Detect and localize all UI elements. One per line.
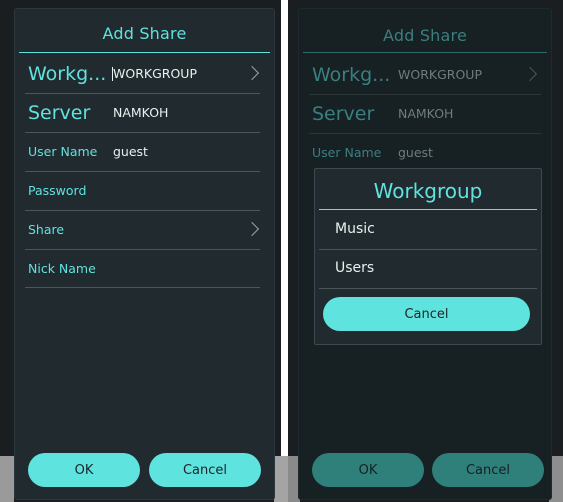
ok-button[interactable]: OK (28, 453, 140, 487)
chevron-right-icon[interactable] (244, 65, 260, 81)
cancel-button[interactable]: Cancel (149, 453, 261, 487)
workgroup-label: Workg... (28, 62, 107, 85)
screenshot-stage: Add Share Workg... WORKGROUP Server NAMK… (0, 0, 563, 502)
title-divider (19, 52, 270, 53)
workgroup-value[interactable]: WORKGROUP (398, 67, 482, 82)
server-label: Server (312, 102, 375, 125)
nickname-row[interactable]: Nick Name (28, 249, 264, 288)
workgroup-dialog: Workgroup Music Users Cancel (314, 168, 542, 345)
row-divider (25, 287, 260, 288)
share-row[interactable]: Share (28, 210, 264, 249)
option-music[interactable]: Music (335, 221, 375, 237)
username-value[interactable]: guest (113, 144, 148, 159)
dialog-title-divider (319, 209, 537, 210)
workgroup-value[interactable]: WORKGROUP (113, 66, 197, 81)
option-divider (319, 249, 537, 250)
option-users[interactable]: Users (335, 260, 374, 276)
add-share-panel: Add Share Workg... WORKGROUP Server NAMK… (14, 8, 275, 500)
server-row[interactable]: Server NAMKOH (28, 93, 264, 132)
username-value[interactable]: guest (398, 145, 433, 160)
cancel-button[interactable]: Cancel (432, 453, 544, 487)
nickname-label: Nick Name (28, 261, 96, 276)
dialog-title: Workgroup (373, 179, 483, 203)
chevron-right-icon[interactable] (244, 221, 260, 237)
server-label: Server (28, 101, 91, 124)
password-row[interactable]: Password (28, 171, 264, 210)
server-row[interactable]: Server NAMKOH (312, 94, 541, 133)
chevron-right-icon[interactable] (522, 66, 538, 82)
server-value[interactable]: NAMKOH (398, 106, 453, 121)
panel-title: Add Share (102, 24, 187, 43)
username-label: User Name (28, 144, 98, 159)
middle-edge-strip (274, 456, 288, 502)
username-row[interactable]: User Name guest (28, 132, 264, 171)
workgroup-row[interactable]: Workg... WORKGROUP (312, 55, 541, 94)
username-row[interactable]: User Name guest (312, 133, 541, 172)
left-edge-strip (0, 456, 14, 502)
workgroup-label: Workg... (312, 63, 391, 86)
share-label: Share (28, 222, 65, 237)
ok-button[interactable]: OK (312, 453, 424, 487)
title-divider (303, 52, 547, 53)
username-label: User Name (312, 145, 382, 160)
option-divider (319, 288, 537, 289)
password-label: Password (28, 183, 87, 198)
dialog-cancel-button[interactable]: Cancel (323, 297, 530, 331)
panel-title: Add Share (382, 26, 468, 45)
server-value[interactable]: NAMKOH (113, 105, 168, 120)
workgroup-row[interactable]: Workg... WORKGROUP (28, 54, 264, 93)
